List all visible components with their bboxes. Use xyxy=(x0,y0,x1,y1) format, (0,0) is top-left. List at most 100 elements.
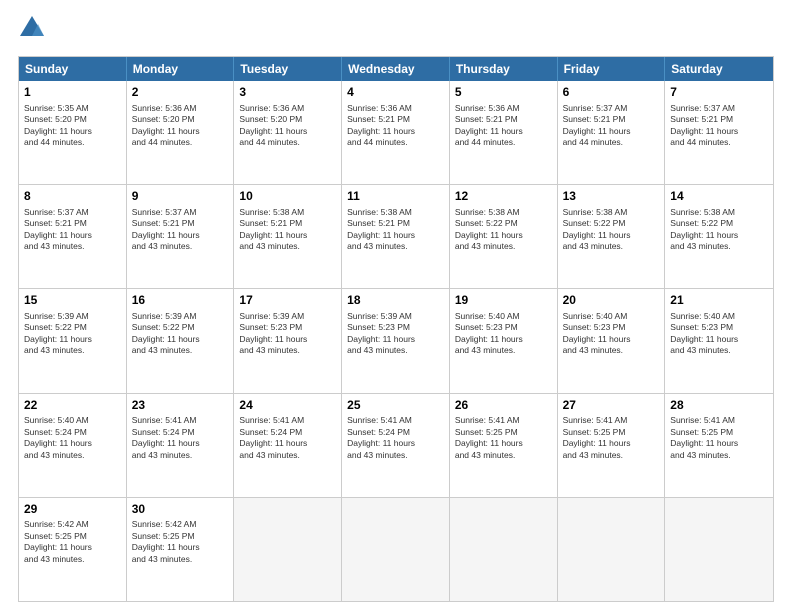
cal-cell-28: 28Sunrise: 5:41 AM Sunset: 5:25 PM Dayli… xyxy=(665,394,773,497)
cal-cell-29: 29Sunrise: 5:42 AM Sunset: 5:25 PM Dayli… xyxy=(19,498,127,601)
day-number: 24 xyxy=(239,398,336,414)
cell-info: Sunrise: 5:39 AM Sunset: 5:22 PM Dayligh… xyxy=(132,311,229,357)
cell-info: Sunrise: 5:37 AM Sunset: 5:21 PM Dayligh… xyxy=(563,103,660,149)
cal-cell-10: 10Sunrise: 5:38 AM Sunset: 5:21 PM Dayli… xyxy=(234,185,342,288)
cell-info: Sunrise: 5:41 AM Sunset: 5:24 PM Dayligh… xyxy=(347,415,444,461)
day-number: 13 xyxy=(563,189,660,205)
day-number: 10 xyxy=(239,189,336,205)
day-number: 17 xyxy=(239,293,336,309)
day-number: 20 xyxy=(563,293,660,309)
day-number: 9 xyxy=(132,189,229,205)
cal-cell-25: 25Sunrise: 5:41 AM Sunset: 5:24 PM Dayli… xyxy=(342,394,450,497)
cal-header-cell-monday: Monday xyxy=(127,57,235,81)
day-number: 16 xyxy=(132,293,229,309)
cell-info: Sunrise: 5:41 AM Sunset: 5:24 PM Dayligh… xyxy=(132,415,229,461)
cal-cell-empty xyxy=(450,498,558,601)
cal-cell-7: 7Sunrise: 5:37 AM Sunset: 5:21 PM Daylig… xyxy=(665,81,773,184)
day-number: 14 xyxy=(670,189,768,205)
logo xyxy=(18,18,50,46)
logo-icon xyxy=(18,14,46,42)
cal-cell-5: 5Sunrise: 5:36 AM Sunset: 5:21 PM Daylig… xyxy=(450,81,558,184)
day-number: 12 xyxy=(455,189,552,205)
cal-cell-13: 13 Sunrise: 5:38 AM Sunset: 5:22 PM Dayli… xyxy=(558,185,666,288)
cell-info: Sunrise: 5:41 AM Sunset: 5:25 PM Dayligh… xyxy=(670,415,768,461)
cell-info: Sunrise: 5:37 AM Sunset: 5:21 PM Dayligh… xyxy=(132,207,229,253)
cell-info: Sunrise: 5:39 AM Sunset: 5:23 PM Dayligh… xyxy=(239,311,336,357)
day-number: 2 xyxy=(132,85,229,101)
cal-cell-4: 4 Sunrise: 5:36 AM Sunset: 5:21 PM Daylig… xyxy=(342,81,450,184)
cal-cell-11: 11 Sunrise: 5:38 AM Sunset: 5:21 PM Dayli… xyxy=(342,185,450,288)
day-number: 26 xyxy=(455,398,552,414)
cell-info: Sunrise: 5:40 AM Sunset: 5:23 PM Dayligh… xyxy=(455,311,552,357)
cal-cell-30: 30Sunrise: 5:42 AM Sunset: 5:25 PM Dayli… xyxy=(127,498,235,601)
cell-info: Sunrise: 5:41 AM Sunset: 5:25 PM Dayligh… xyxy=(455,415,552,461)
cal-row-5: 29Sunrise: 5:42 AM Sunset: 5:25 PM Dayli… xyxy=(19,498,773,601)
cell-info: Sunrise: 5:40 AM Sunset: 5:24 PM Dayligh… xyxy=(24,415,121,461)
cell-info: Sunrise: 5:35 AM Sunset: 5:20 PM Dayligh… xyxy=(24,103,121,149)
day-number: 5 xyxy=(455,85,552,101)
cell-info: Sunrise: 5:38 AM Sunset: 5:22 PM Dayligh… xyxy=(563,207,660,253)
cell-info: Sunrise: 5:41 AM Sunset: 5:24 PM Dayligh… xyxy=(239,415,336,461)
cal-cell-22: 22Sunrise: 5:40 AM Sunset: 5:24 PM Dayli… xyxy=(19,394,127,497)
cell-info: Sunrise: 5:38 AM Sunset: 5:21 PM Dayligh… xyxy=(347,207,444,253)
cell-info: Sunrise: 5:39 AM Sunset: 5:23 PM Dayligh… xyxy=(347,311,444,357)
cal-cell-6: 6 Sunrise: 5:37 AM Sunset: 5:21 PM Daylig… xyxy=(558,81,666,184)
cal-row-1: 1 Sunrise: 5:35 AM Sunset: 5:20 PM Daylig… xyxy=(19,81,773,185)
cal-cell-1: 1 Sunrise: 5:35 AM Sunset: 5:20 PM Daylig… xyxy=(19,81,127,184)
cal-header-cell-wednesday: Wednesday xyxy=(342,57,450,81)
day-number: 21 xyxy=(670,293,768,309)
cell-info: Sunrise: 5:38 AM Sunset: 5:22 PM Dayligh… xyxy=(455,207,552,253)
cell-info: Sunrise: 5:40 AM Sunset: 5:23 PM Dayligh… xyxy=(563,311,660,357)
cell-info: Sunrise: 5:41 AM Sunset: 5:25 PM Dayligh… xyxy=(563,415,660,461)
header xyxy=(18,18,774,46)
cal-cell-18: 18Sunrise: 5:39 AM Sunset: 5:23 PM Dayli… xyxy=(342,289,450,392)
page: SundayMondayTuesdayWednesdayThursdayFrid… xyxy=(0,0,792,612)
day-number: 25 xyxy=(347,398,444,414)
cal-cell-empty xyxy=(665,498,773,601)
cal-cell-23: 23Sunrise: 5:41 AM Sunset: 5:24 PM Dayli… xyxy=(127,394,235,497)
day-number: 30 xyxy=(132,502,229,518)
cal-cell-16: 16 Sunrise: 5:39 AM Sunset: 5:22 PM Dayli… xyxy=(127,289,235,392)
day-number: 3 xyxy=(239,85,336,101)
cal-header-cell-friday: Friday xyxy=(558,57,666,81)
day-number: 23 xyxy=(132,398,229,414)
cal-cell-8: 8Sunrise: 5:37 AM Sunset: 5:21 PM Daylig… xyxy=(19,185,127,288)
day-number: 8 xyxy=(24,189,121,205)
cal-cell-14: 14Sunrise: 5:38 AM Sunset: 5:22 PM Dayli… xyxy=(665,185,773,288)
cell-info: Sunrise: 5:36 AM Sunset: 5:20 PM Dayligh… xyxy=(132,103,229,149)
day-number: 28 xyxy=(670,398,768,414)
day-number: 19 xyxy=(455,293,552,309)
cal-cell-empty xyxy=(558,498,666,601)
cal-header-cell-tuesday: Tuesday xyxy=(234,57,342,81)
day-number: 15 xyxy=(24,293,121,309)
cal-cell-26: 26Sunrise: 5:41 AM Sunset: 5:25 PM Dayli… xyxy=(450,394,558,497)
cal-cell-2: 2 Sunrise: 5:36 AM Sunset: 5:20 PM Daylig… xyxy=(127,81,235,184)
cal-cell-27: 27Sunrise: 5:41 AM Sunset: 5:25 PM Dayli… xyxy=(558,394,666,497)
cal-header-cell-saturday: Saturday xyxy=(665,57,773,81)
calendar-body: 1 Sunrise: 5:35 AM Sunset: 5:20 PM Daylig… xyxy=(19,81,773,601)
cal-row-3: 15 Sunrise: 5:39 AM Sunset: 5:22 PM Dayli… xyxy=(19,289,773,393)
cal-header-cell-sunday: Sunday xyxy=(19,57,127,81)
cal-cell-12: 12 Sunrise: 5:38 AM Sunset: 5:22 PM Dayli… xyxy=(450,185,558,288)
cal-cell-empty xyxy=(342,498,450,601)
cal-row-2: 8 Sunrise: 5:37 AM Sunset: 5:21 PM Daylig… xyxy=(19,185,773,289)
day-number: 11 xyxy=(347,189,444,205)
day-number: 4 xyxy=(347,85,444,101)
cal-cell-20: 20 Sunrise: 5:40 AM Sunset: 5:23 PM Dayli… xyxy=(558,289,666,392)
cal-cell-19: 19 Sunrise: 5:40 AM Sunset: 5:23 PM Dayli… xyxy=(450,289,558,392)
cell-info: Sunrise: 5:42 AM Sunset: 5:25 PM Dayligh… xyxy=(132,519,229,565)
day-number: 29 xyxy=(24,502,121,518)
cal-row-4: 22Sunrise: 5:40 AM Sunset: 5:24 PM Dayli… xyxy=(19,394,773,498)
day-number: 27 xyxy=(563,398,660,414)
day-number: 1 xyxy=(24,85,121,101)
cal-cell-21: 21 Sunrise: 5:40 AM Sunset: 5:23 PM Dayli… xyxy=(665,289,773,392)
cell-info: Sunrise: 5:37 AM Sunset: 5:21 PM Dayligh… xyxy=(670,103,768,149)
cell-info: Sunrise: 5:40 AM Sunset: 5:23 PM Dayligh… xyxy=(670,311,768,357)
cell-info: Sunrise: 5:42 AM Sunset: 5:25 PM Dayligh… xyxy=(24,519,121,565)
cal-cell-17: 17 Sunrise: 5:39 AM Sunset: 5:23 PM Dayli… xyxy=(234,289,342,392)
cal-cell-9: 9 Sunrise: 5:37 AM Sunset: 5:21 PM Daylig… xyxy=(127,185,235,288)
cal-cell-3: 3Sunrise: 5:36 AM Sunset: 5:20 PM Daylig… xyxy=(234,81,342,184)
calendar-header: SundayMondayTuesdayWednesdayThursdayFrid… xyxy=(19,57,773,81)
cell-info: Sunrise: 5:36 AM Sunset: 5:21 PM Dayligh… xyxy=(347,103,444,149)
day-number: 6 xyxy=(563,85,660,101)
